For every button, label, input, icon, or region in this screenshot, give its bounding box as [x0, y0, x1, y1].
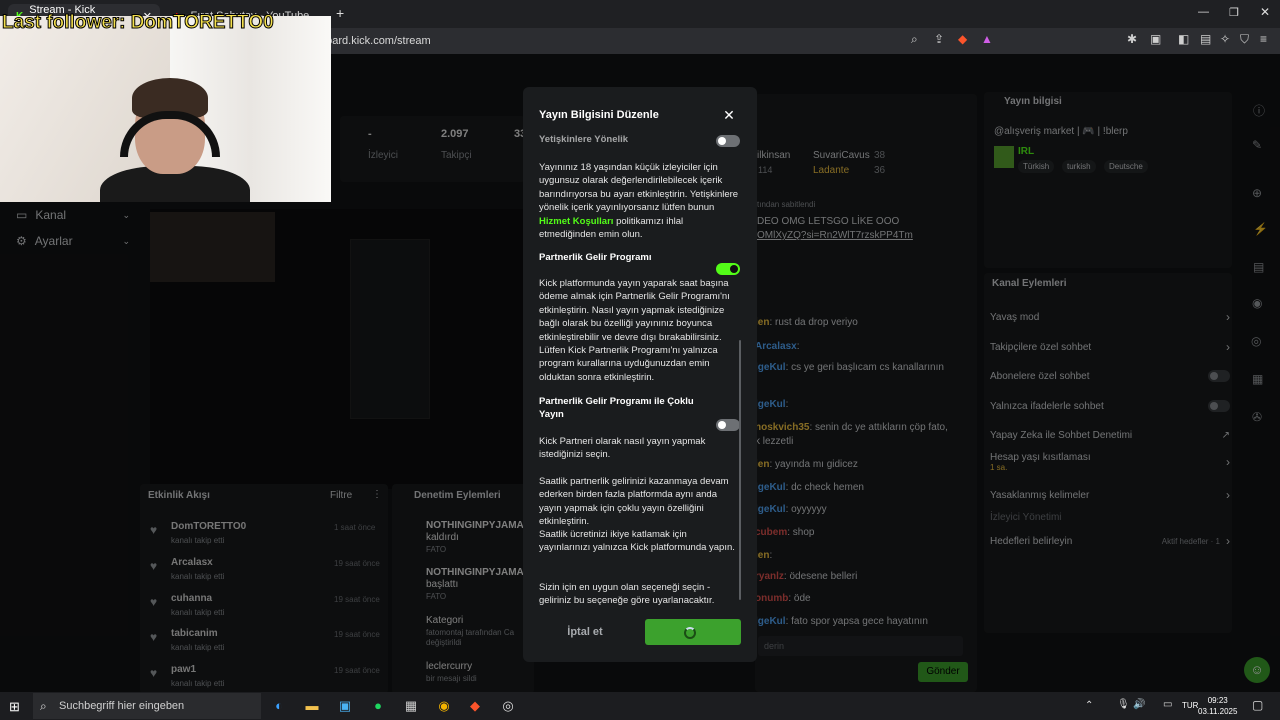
edge-icon[interactable]: ◐: [270, 698, 288, 713]
multistream-heading: Partnerlik Gelir Programı ile Çoklu Yayı…: [539, 396, 694, 420]
cancel-button[interactable]: İptal et: [540, 620, 630, 644]
file-explorer-icon[interactable]: ▬: [303, 698, 321, 713]
loading-spinner-icon: [684, 627, 696, 639]
taskbar-search[interactable]: Suchbegriff hier eingeben: [33, 693, 261, 719]
menu-icon[interactable]: ≡: [1260, 32, 1267, 46]
vpn-icon[interactable]: ⛉: [1240, 32, 1249, 47]
brave-icon[interactable]: ◆: [466, 698, 484, 714]
brave-shield-icon[interactable]: ◆: [958, 32, 967, 46]
url-field[interactable]: board.kick.com/stream: [320, 32, 930, 50]
adult-toggle[interactable]: [716, 135, 740, 147]
close-window-icon[interactable]: ✕: [1260, 5, 1270, 19]
partner-toggle[interactable]: [716, 263, 740, 275]
notifications-icon[interactable]: ▢: [1252, 698, 1263, 712]
multistream-toggle[interactable]: [716, 419, 740, 431]
brave-rewards-icon[interactable]: ▲: [981, 32, 993, 46]
windows-taskbar: ⊞ Suchbegriff hier eingeben ⌕ ◐ ▬ ▣ ● ▦ …: [0, 692, 1280, 720]
multistream-text-1: Kick Partneri olarak nasıl yayın yapmak …: [539, 436, 706, 461]
adult-description: Yayınınız 18 yaşından küçük izleyiciler …: [539, 161, 739, 241]
terms-link[interactable]: Hizmet Koşulları: [539, 216, 613, 227]
obs-icon[interactable]: ◎: [499, 698, 517, 714]
search-icon: ⌕: [40, 699, 47, 713]
tray-chevron-icon[interactable]: ⌃: [1085, 700, 1093, 711]
minimize-icon[interactable]: —: [1198, 6, 1209, 18]
store-icon[interactable]: ▣: [336, 698, 354, 714]
clock-date: 03.11.2025: [1198, 707, 1238, 716]
edit-stream-info-modal: Yayın Bilgisini Düzenle ✕ Yetişkinlere Y…: [523, 87, 757, 662]
partner-description: Kick platformunda yayın yaparak saat baş…: [539, 278, 730, 383]
spotify-icon[interactable]: ●: [369, 698, 387, 713]
modal-scrollbar[interactable]: [739, 340, 741, 600]
share-icon[interactable]: ⇪: [934, 32, 944, 46]
restore-icon[interactable]: ❐: [1229, 6, 1239, 19]
sidebar-toggle-icon[interactable]: ◧: [1178, 32, 1189, 46]
calculator-icon[interactable]: ▦: [402, 698, 420, 714]
last-follower-text: Last follower: DomTORETTO0: [2, 12, 275, 34]
multistream-text-2: Saatlik partnerlik gelirinizi kazanmaya …: [539, 476, 729, 528]
taskbar-clock[interactable]: 09:23 03.11.2025: [1198, 695, 1237, 717]
microphone-icon[interactable]: 🎙: [1117, 699, 1130, 710]
modal-scroll-area[interactable]: Yetişkinlere Yönelik Yayınınız 18 yaşınd…: [523, 127, 757, 627]
adult-heading: Yetişkinlere Yönelik: [539, 134, 629, 145]
clock-time: 09:23: [1207, 696, 1228, 705]
language-indicator[interactable]: TUR: [1182, 701, 1198, 710]
chrome-icon[interactable]: ◉: [435, 698, 453, 714]
partner-heading: Partnerlik Gelir Programı: [539, 252, 652, 263]
new-tab-button[interactable]: +: [336, 5, 344, 21]
tab-search-icon[interactable]: ▣: [1150, 32, 1161, 46]
adult-text: Yayınınız 18 yaşından küçük izleyiciler …: [539, 162, 739, 214]
extensions-icon[interactable]: ✱: [1127, 32, 1137, 46]
leo-ai-icon[interactable]: ✧: [1220, 32, 1230, 46]
multistream-text-4: Sizin için en uygun olan seçeneği seçin …: [539, 582, 715, 607]
multistream-text-3: Saatlik ücretinizi ikiye katlamak için y…: [539, 529, 735, 554]
wallet-icon[interactable]: ▤: [1200, 32, 1211, 46]
webcam-overlay: [0, 16, 331, 202]
volume-icon[interactable]: 🔊: [1133, 699, 1145, 710]
close-icon[interactable]: ✕: [721, 107, 737, 123]
zoom-icon[interactable]: ⌕: [911, 32, 918, 47]
windows-start-icon[interactable]: ⊞: [9, 699, 20, 715]
network-icon[interactable]: ▭: [1163, 699, 1172, 710]
modal-title: Yayın Bilgisini Düzenle: [539, 109, 659, 121]
